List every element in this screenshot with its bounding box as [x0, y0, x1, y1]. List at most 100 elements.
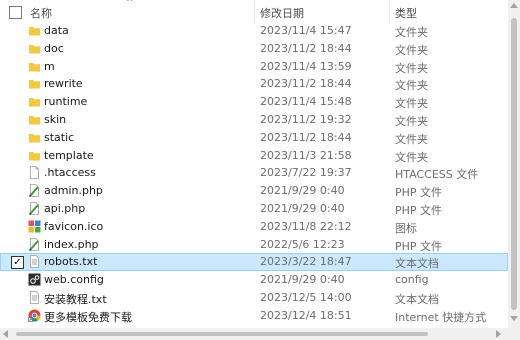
php-file-icon — [28, 184, 41, 198]
file-type: 文件夹 — [395, 150, 428, 164]
file-type: 图标 — [395, 221, 417, 235]
file-type: 文件夹 — [395, 132, 428, 146]
folder-icon — [28, 77, 41, 90]
file-name[interactable]: template — [44, 149, 94, 162]
file-type: PHP 文件 — [395, 204, 443, 217]
file-row[interactable]: ✓index.php2022/5/6 12:23PHP 文件 — [0, 236, 508, 254]
file-row[interactable]: ✓web.config2021/9/29 0:40config — [0, 271, 508, 289]
column-header: 名称 ^ 修改日期 类型 — [0, 0, 508, 24]
text-file-icon — [28, 291, 41, 304]
file-name[interactable]: static — [44, 131, 74, 144]
file-modified-date: 2023/7/22 19:37 — [260, 166, 352, 180]
file-row[interactable]: ✓static2023/11/2 18:44文件夹 — [0, 129, 508, 147]
folder-icon — [28, 60, 41, 73]
file-modified-date: 2021/9/29 0:40 — [260, 202, 345, 215]
folder-icon — [28, 95, 41, 108]
column-header-name[interactable]: 名称 — [30, 5, 52, 21]
folder-icon — [28, 113, 41, 126]
horizontal-scrollbar-thumb[interactable] — [16, 332, 428, 336]
file-name[interactable]: admin.php — [44, 184, 103, 197]
file-type: PHP 文件 — [395, 186, 443, 200]
file-row[interactable]: ✓admin.php2021/9/29 0:40PHP 文件 — [0, 182, 508, 200]
file-name[interactable]: doc — [44, 42, 64, 55]
chrome-shortcut-icon — [28, 309, 41, 322]
vertical-scrollbar[interactable] — [508, 0, 520, 340]
file-name[interactable]: rewrite — [44, 77, 83, 90]
php-file-icon — [28, 237, 41, 251]
file-name[interactable]: favicon.ico — [44, 220, 103, 233]
file-name[interactable]: index.php — [44, 238, 99, 251]
text-file-icon — [28, 255, 41, 269]
file-row[interactable]: ✓favicon.ico2023/11/8 22:12图标 — [0, 218, 508, 236]
scroll-left-icon[interactable] — [3, 330, 8, 338]
file-type: 文件夹 — [395, 43, 428, 57]
file-name[interactable]: data — [44, 24, 69, 37]
column-divider[interactable] — [389, 0, 390, 24]
file-type: 文件夹 — [395, 115, 428, 128]
file-modified-date: 2023/11/8 22:12 — [260, 219, 352, 233]
file-row[interactable]: ✓安装教程.txt2023/12/5 14:00文本文档 — [0, 289, 508, 307]
ico-file-icon — [28, 220, 41, 233]
file-type: config — [395, 273, 429, 287]
file-type: PHP 文件 — [395, 239, 443, 253]
file-modified-date: 2021/9/29 0:40 — [260, 184, 345, 198]
file-type: 文件夹 — [395, 26, 428, 39]
file-row[interactable]: ✓template2023/11/3 21:58文件夹 — [0, 147, 508, 165]
folder-icon — [28, 24, 41, 37]
config-file-icon — [28, 273, 41, 286]
file-row[interactable]: ✓data2023/11/4 15:47文件夹 — [0, 22, 508, 40]
file-row[interactable]: ✓runtime2023/11/4 15:48文件夹 — [0, 93, 508, 111]
file-row[interactable]: ✓.htaccess2023/7/22 19:37HTACCESS 文件 — [0, 164, 508, 182]
file-modified-date: 2022/5/6 12:23 — [260, 237, 345, 251]
file-modified-date: 2023/3/22 18:47 — [260, 255, 352, 269]
horizontal-scrollbar[interactable] — [0, 328, 508, 340]
file-type: 文件夹 — [395, 97, 428, 111]
file-row[interactable]: ✓skin2023/11/2 19:32文件夹 — [0, 111, 508, 129]
file-modified-date: 2023/11/4 13:59 — [260, 59, 352, 73]
file-name[interactable]: web.config — [44, 273, 104, 286]
file-modified-date: 2023/12/4 18:51 — [260, 308, 352, 322]
file-row[interactable]: ✓rewrite2023/11/2 18:44文件夹 — [0, 75, 508, 93]
file-modified-date: 2023/11/3 21:58 — [260, 148, 352, 162]
column-header-date[interactable]: 修改日期 — [260, 5, 304, 21]
file-name[interactable]: 更多模板免费下载 — [44, 309, 132, 325]
file-modified-date: 2023/11/2 18:44 — [260, 130, 352, 144]
file-type: 文件夹 — [395, 79, 428, 93]
file-row[interactable]: ✓doc2023/11/2 18:44文件夹 — [0, 40, 508, 58]
file-row[interactable]: ✓m2023/11/4 13:59文件夹 — [0, 58, 508, 76]
file-type: 文本文档 — [395, 257, 439, 271]
file-name[interactable]: robots.txt — [44, 255, 97, 268]
row-checkbox[interactable]: ✓ — [11, 256, 24, 270]
file-modified-date: 2023/11/2 18:44 — [260, 77, 352, 91]
file-name[interactable]: api.php — [44, 202, 85, 215]
folder-icon — [28, 149, 41, 162]
file-modified-date: 2023/11/4 15:47 — [260, 24, 352, 37]
file-modified-date: 2023/11/4 15:48 — [260, 95, 352, 109]
file-row[interactable]: ✓api.php2021/9/29 0:40PHP 文件 — [0, 200, 508, 218]
select-all-checkbox[interactable] — [9, 6, 22, 19]
scroll-right-icon[interactable] — [496, 330, 501, 338]
folder-icon — [28, 42, 41, 55]
file-type: 文件夹 — [395, 61, 428, 75]
column-header-type[interactable]: 类型 — [395, 5, 417, 21]
file-row[interactable]: ✓ robots.txt 2023/3/22 18:47 文本文档 — [0, 253, 508, 272]
folder-icon — [28, 131, 41, 144]
file-type: Internet 快捷方式 — [395, 310, 487, 324]
file-name[interactable]: skin — [44, 113, 66, 126]
sort-ascending-icon: ^ — [126, 0, 134, 8]
file-modified-date: 2023/11/2 19:32 — [260, 113, 352, 126]
file-name[interactable]: .htaccess — [44, 166, 96, 179]
file-name[interactable]: 安装教程.txt — [44, 291, 107, 307]
file-row[interactable]: ✓更多模板免费下载2023/12/4 18:51Internet 快捷方式 — [0, 307, 508, 325]
file-type: HTACCESS 文件 — [395, 168, 479, 182]
file-modified-date: 2021/9/29 0:40 — [260, 273, 345, 287]
column-divider[interactable] — [254, 0, 255, 24]
scroll-up-icon[interactable] — [510, 3, 518, 8]
php-file-icon — [28, 202, 41, 215]
scrollbar-thumb[interactable] — [511, 18, 517, 310]
scroll-down-icon[interactable] — [510, 316, 518, 321]
file-name[interactable]: m — [44, 60, 55, 73]
file-modified-date: 2023/11/2 18:44 — [260, 41, 352, 55]
file-type: 文本文档 — [395, 293, 439, 306]
file-name[interactable]: runtime — [44, 95, 87, 108]
